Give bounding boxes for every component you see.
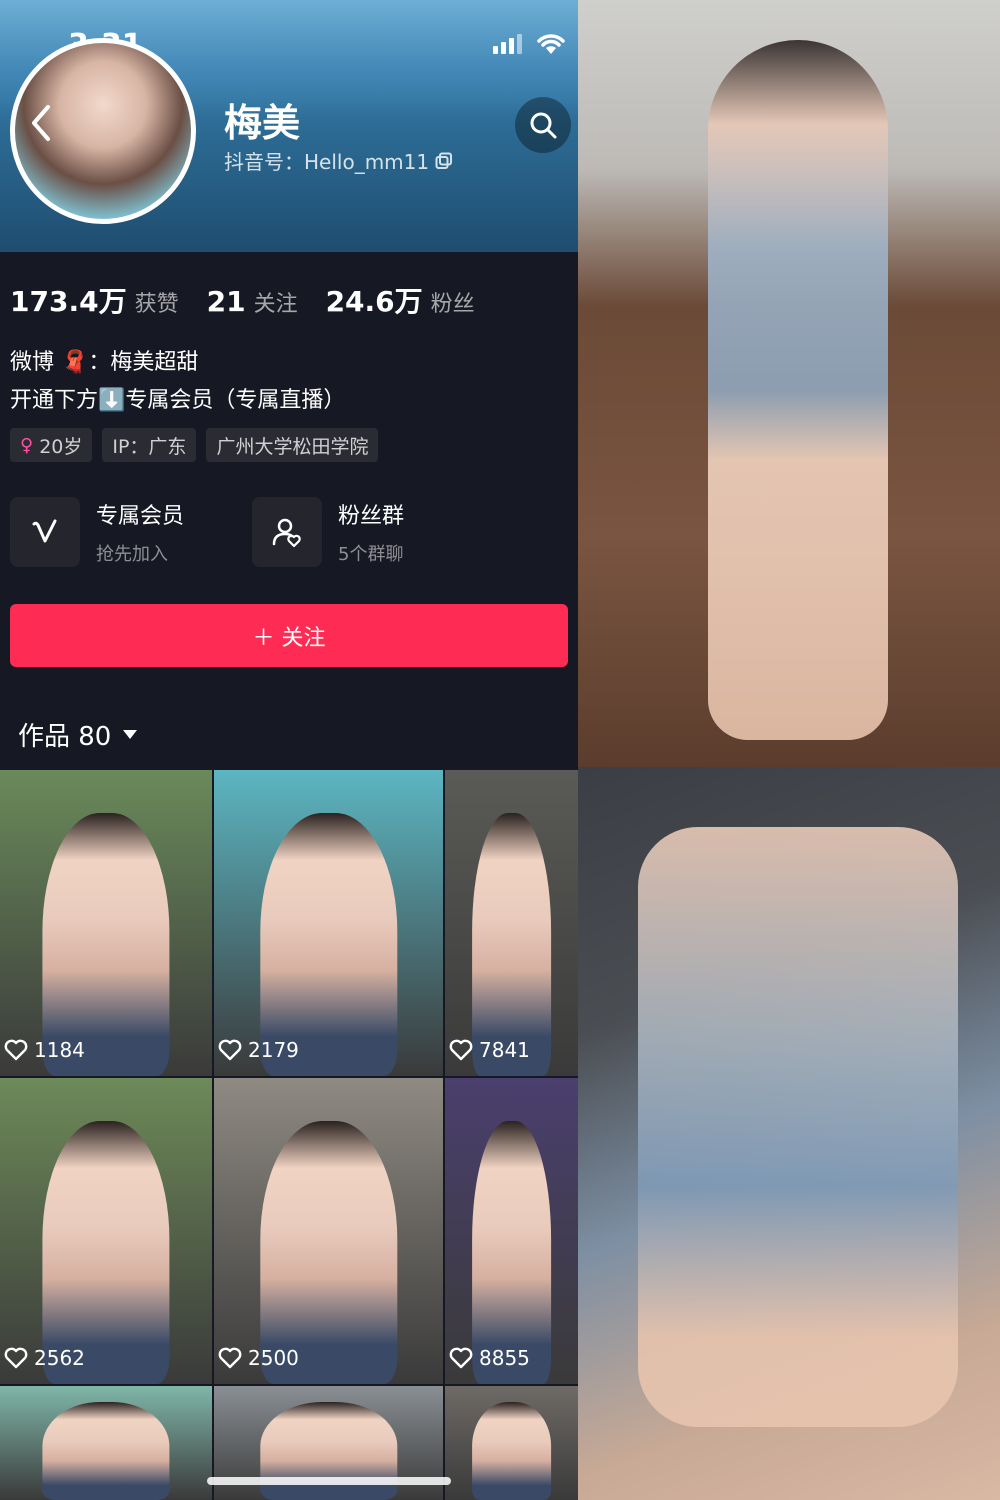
stat-likes-value: 173.4万 bbox=[10, 285, 127, 318]
heart-icon bbox=[4, 1347, 28, 1369]
photo-top-figure bbox=[708, 40, 888, 740]
stat-following-label: 关注 bbox=[253, 292, 298, 317]
video-thumbnail[interactable] bbox=[445, 1386, 578, 1500]
thumbnail-figure bbox=[42, 1120, 170, 1384]
bio-line: 开通下方⬇️专属会员（专属直播） bbox=[10, 388, 346, 413]
video-thumbnail[interactable]: 2562 bbox=[0, 1078, 212, 1384]
tag-age: ♀ 20岁 bbox=[10, 428, 93, 462]
bio: 微博 🧣：梅美超甜 开通下方⬇️专属会员（专属直播） bbox=[10, 344, 345, 420]
tab-works-label: 作品 80 bbox=[18, 722, 112, 752]
search-button[interactable] bbox=[515, 97, 571, 153]
video-likes: 1184 bbox=[0, 1038, 85, 1062]
thumbnail-figure bbox=[42, 1401, 170, 1500]
status-icons bbox=[493, 32, 566, 56]
tag-school-label: 广州大学松田学院 bbox=[216, 435, 369, 458]
video-thumbnail[interactable]: 1184 bbox=[0, 770, 212, 1076]
stat-likes[interactable]: 173.4万 获赞 bbox=[10, 280, 179, 320]
video-likes-count: 2500 bbox=[248, 1346, 299, 1370]
video-thumbnail[interactable]: 2500 bbox=[214, 1078, 443, 1384]
v-icon bbox=[10, 497, 80, 567]
tag-ip-label: IP：广东 bbox=[112, 435, 187, 458]
stat-following-value: 21 bbox=[206, 285, 246, 318]
stat-followers-label: 粉丝 bbox=[430, 292, 475, 317]
back-button[interactable] bbox=[18, 96, 64, 150]
heart-icon bbox=[4, 1039, 28, 1061]
signal-icon bbox=[493, 34, 522, 54]
video-thumbnail[interactable]: 7841 bbox=[445, 770, 578, 1076]
home-indicator bbox=[207, 1477, 451, 1485]
thumbnail-figure bbox=[42, 812, 170, 1076]
entry-membership-sub: 抢先加入 bbox=[96, 544, 168, 565]
stat-likes-label: 获赞 bbox=[134, 292, 179, 317]
video-likes-count: 7841 bbox=[479, 1038, 530, 1062]
group-icon bbox=[252, 497, 322, 567]
video-thumbnail[interactable]: 8855 bbox=[445, 1078, 578, 1384]
video-likes: 2562 bbox=[0, 1346, 85, 1370]
tag-age-label: 20岁 bbox=[39, 435, 83, 458]
photo-bottom bbox=[578, 767, 1000, 1500]
heart-icon bbox=[449, 1039, 473, 1061]
video-likes: 2500 bbox=[214, 1346, 299, 1370]
stat-followers[interactable]: 24.6万 粉丝 bbox=[326, 280, 475, 320]
photo-top bbox=[578, 0, 1000, 767]
entry-fan-group[interactable]: 粉丝群 5个群聊 bbox=[252, 497, 464, 567]
thumbnail-figure bbox=[259, 812, 398, 1076]
thumbnail-figure bbox=[471, 1401, 552, 1500]
entry-membership[interactable]: 专属会员 抢先加入 bbox=[10, 497, 222, 567]
stat-following[interactable]: 21 关注 bbox=[207, 285, 298, 318]
tab-works[interactable]: 作品 80 bbox=[18, 716, 138, 753]
thumbnail-figure bbox=[471, 812, 552, 1076]
photo-bottom-figure bbox=[638, 827, 958, 1427]
heart-icon bbox=[218, 1347, 242, 1369]
entry-fan-group-title: 粉丝群 bbox=[338, 504, 405, 529]
bio-line: 微博 🧣：梅美超甜 bbox=[10, 350, 199, 375]
stats-row: 173.4万 获赞 21 关注 24.6万 粉丝 bbox=[10, 280, 475, 320]
wifi-icon bbox=[537, 34, 565, 54]
tag-school[interactable]: 广州大学松田学院 bbox=[206, 428, 379, 462]
chevron-left-icon bbox=[32, 105, 50, 141]
douyin-id-text: 抖音号：Hello_mm11 bbox=[224, 150, 430, 174]
female-icon: ♀ bbox=[20, 434, 34, 456]
stat-followers-value: 24.6万 bbox=[325, 285, 423, 318]
heart-icon bbox=[218, 1039, 242, 1061]
caret-down-icon bbox=[123, 730, 138, 739]
thumbnail-figure bbox=[471, 1120, 552, 1384]
entry-fan-group-sub: 5个群聊 bbox=[338, 544, 404, 565]
heart-icon bbox=[449, 1347, 473, 1369]
video-likes-count: 2562 bbox=[34, 1346, 85, 1370]
copy-icon[interactable] bbox=[435, 152, 453, 170]
video-thumbnail[interactable] bbox=[0, 1386, 212, 1500]
video-likes: 8855 bbox=[445, 1346, 530, 1370]
tag-ip: IP：广东 bbox=[102, 428, 197, 462]
profile-screen: 3:31 梅美 抖音号：Hello_mm11 173.4万 获赞 21 关注 2… bbox=[0, 0, 578, 1500]
profile-tags: ♀ 20岁 IP：广东 广州大学松田学院 bbox=[10, 428, 379, 462]
follow-button[interactable]: ＋ 关注 bbox=[10, 604, 568, 667]
nickname: 梅美 bbox=[224, 101, 301, 145]
video-likes-count: 2179 bbox=[248, 1038, 299, 1062]
video-likes: 2179 bbox=[214, 1038, 299, 1062]
search-icon bbox=[530, 112, 557, 139]
douyin-id[interactable]: 抖音号：Hello_mm11 bbox=[224, 146, 453, 175]
video-thumbnail[interactable]: 2179 bbox=[214, 770, 443, 1076]
video-likes: 7841 bbox=[445, 1038, 530, 1062]
thumbnail-figure bbox=[259, 1120, 398, 1384]
video-likes-count: 1184 bbox=[34, 1038, 85, 1062]
thumbnail-figure bbox=[259, 1401, 398, 1500]
entry-membership-title: 专属会员 bbox=[96, 504, 185, 529]
video-likes-count: 8855 bbox=[479, 1346, 530, 1370]
profile-entries: 专属会员 抢先加入 粉丝群 5个群聊 bbox=[10, 497, 464, 567]
